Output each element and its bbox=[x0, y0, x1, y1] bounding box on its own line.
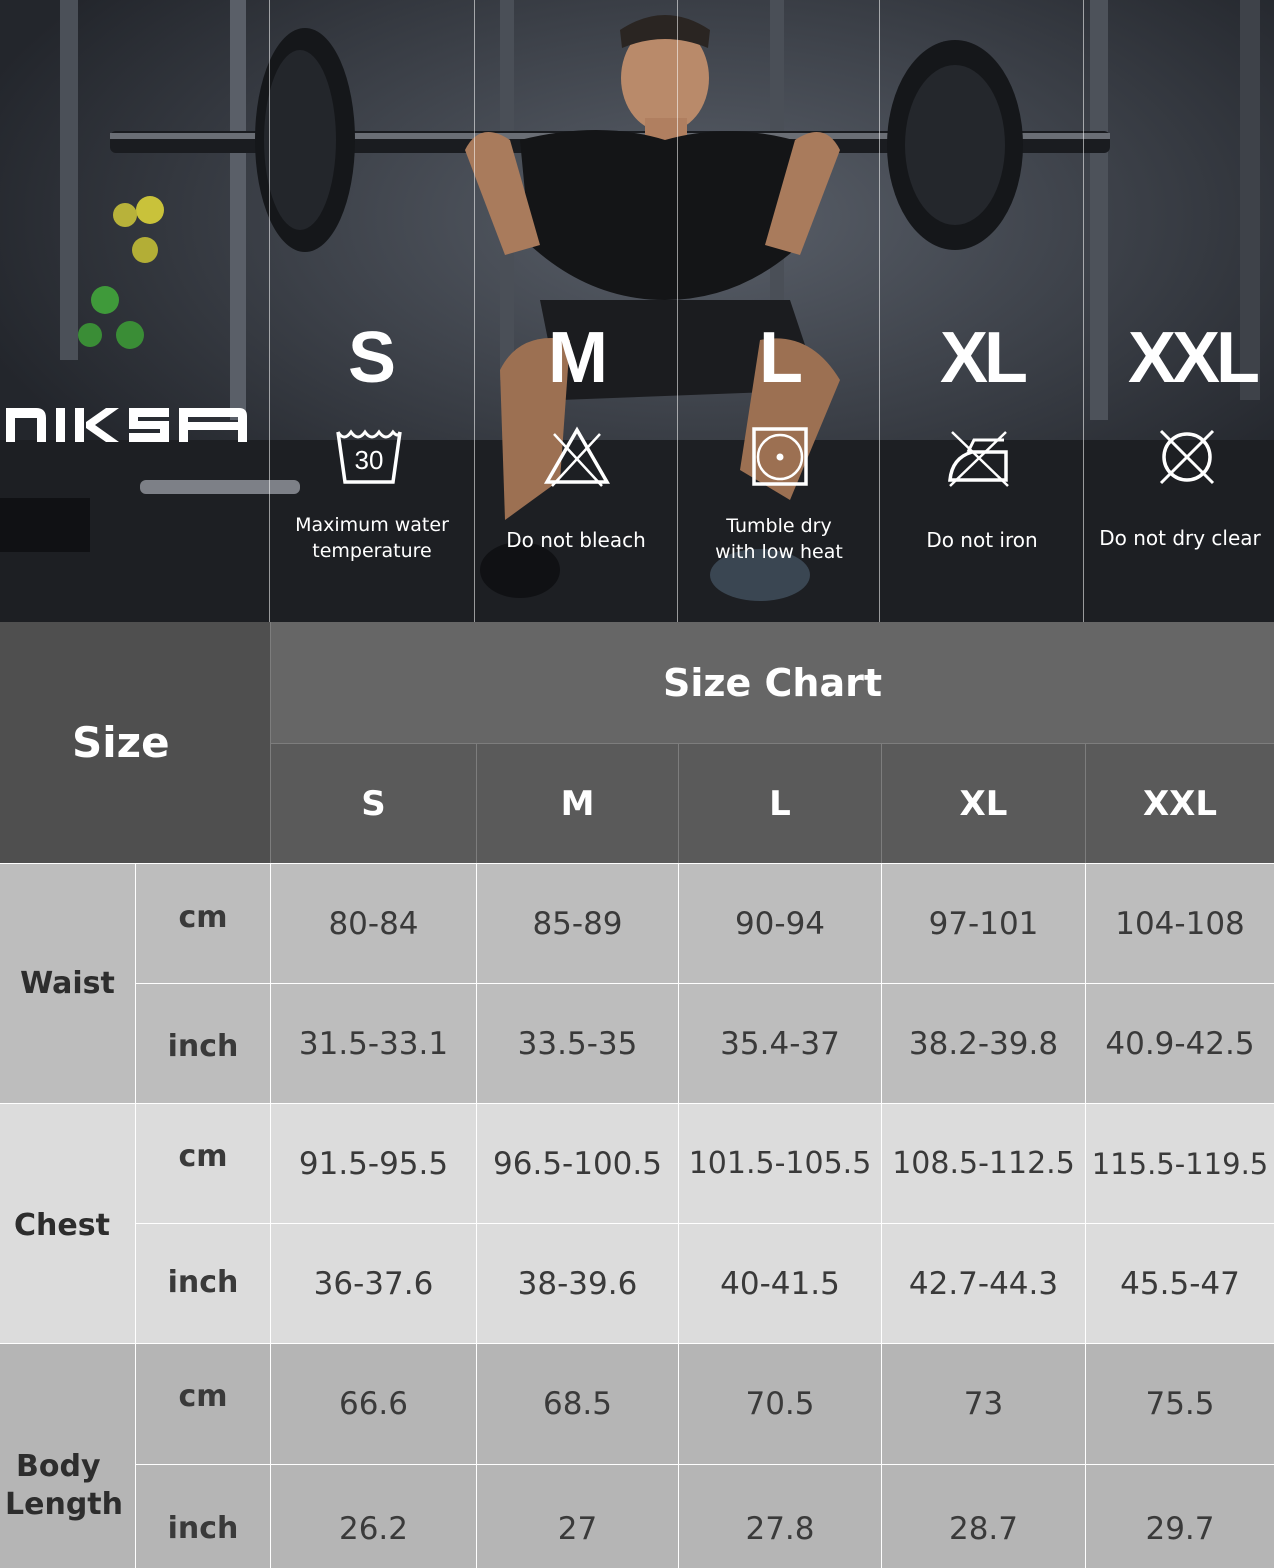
length-cm-l: 70.5 bbox=[678, 1343, 881, 1464]
length-cm-xxl: 75.5 bbox=[1085, 1343, 1274, 1464]
chest-inch-s: 36-37.6 bbox=[270, 1223, 476, 1343]
do-not-bleach-icon bbox=[543, 426, 611, 487]
column-header-l: L bbox=[678, 743, 881, 863]
length-inch-xl: 28.7 bbox=[881, 1464, 1085, 1568]
do-not-iron-icon bbox=[948, 431, 1009, 487]
waist-inch-l: 35.4-37 bbox=[678, 983, 881, 1103]
length-cm-s: 66.6 bbox=[270, 1343, 476, 1464]
chest-cm-xxl: 115.5-119.5 bbox=[1085, 1103, 1274, 1223]
length-cm-xl: 73 bbox=[881, 1343, 1085, 1464]
care-label-line: temperature bbox=[312, 540, 432, 562]
length-inch-m: 27 bbox=[476, 1464, 678, 1568]
waist-cm-xl: 97-101 bbox=[881, 863, 1085, 983]
care-label-water-temp: Maximum water temperature bbox=[270, 512, 474, 564]
care-label-line: Do not bleach bbox=[506, 528, 646, 552]
care-label-line: Tumble dry bbox=[726, 515, 832, 537]
care-label-iron: Do not iron bbox=[880, 527, 1084, 553]
waist-inch-m: 33.5-35 bbox=[476, 983, 678, 1103]
group-label-waist: Waist bbox=[0, 863, 135, 1103]
waist-cm-m: 85-89 bbox=[476, 863, 678, 983]
hero-banner: S M L XL XXL 30 Maximum water temperatur… bbox=[0, 0, 1274, 622]
unit-cm: cm bbox=[135, 1343, 270, 1464]
care-label-line: Do not dry clear bbox=[1099, 526, 1261, 550]
column-header-xxl: XXL bbox=[1085, 743, 1274, 863]
care-label-line: Maximum water bbox=[295, 514, 449, 536]
size-header-cell: Size bbox=[0, 622, 270, 863]
group-label-body-length: Body Length bbox=[0, 1343, 135, 1568]
chest-cm-s: 91.5-95.5 bbox=[270, 1103, 476, 1223]
hero-size-l: L bbox=[759, 318, 803, 398]
chest-cm-m: 96.5-100.5 bbox=[476, 1103, 678, 1223]
waist-cm-xxl: 104-108 bbox=[1085, 863, 1274, 983]
length-inch-l: 27.8 bbox=[678, 1464, 881, 1568]
waist-cm-s: 80-84 bbox=[270, 863, 476, 983]
tumble-dry-low-icon bbox=[752, 427, 808, 486]
waist-inch-s: 31.5-33.1 bbox=[270, 983, 476, 1103]
column-header-m: M bbox=[476, 743, 678, 863]
length-inch-xxl: 29.7 bbox=[1085, 1464, 1274, 1568]
care-label-line: Do not iron bbox=[926, 528, 1038, 552]
waist-inch-xl: 38.2-39.8 bbox=[881, 983, 1085, 1103]
care-label-tumble-dry: Tumble dry with low heat bbox=[677, 513, 881, 565]
unit-inch: inch bbox=[135, 1464, 270, 1568]
chest-inch-l: 40-41.5 bbox=[678, 1223, 881, 1343]
wash-temp-label: 30 bbox=[355, 445, 384, 475]
length-inch-s: 26.2 bbox=[270, 1464, 476, 1568]
hero-size-xxl: XXL bbox=[1127, 318, 1260, 398]
chest-inch-m: 38-39.6 bbox=[476, 1223, 678, 1343]
group-label-line: Length bbox=[5, 1487, 123, 1522]
care-label-bleach: Do not bleach bbox=[474, 527, 678, 553]
chest-inch-xxl: 45.5-47 bbox=[1085, 1223, 1274, 1343]
hero-size-s: S bbox=[347, 318, 396, 398]
waist-cm-l: 90-94 bbox=[678, 863, 881, 983]
brand-logo bbox=[6, 408, 247, 442]
unit-inch: inch bbox=[135, 1223, 270, 1343]
wash-30-icon: 30 bbox=[336, 429, 402, 484]
unit-cm: cm bbox=[135, 1103, 270, 1223]
length-cm-m: 68.5 bbox=[476, 1343, 678, 1464]
group-label-chest: Chest bbox=[0, 1103, 135, 1343]
size-chart-page: S M L XL XXL 30 Maximum water temperatur… bbox=[0, 0, 1274, 1568]
care-label-line: with low heat bbox=[715, 541, 843, 563]
column-header-s: S bbox=[270, 743, 476, 863]
hero-size-xl: XL bbox=[939, 318, 1028, 398]
care-label-dry-clean: Do not dry clear bbox=[1086, 525, 1274, 551]
column-header-xl: XL bbox=[881, 743, 1085, 863]
unit-inch: inch bbox=[135, 983, 270, 1103]
hero-size-m: M bbox=[548, 318, 608, 398]
table-title: Size Chart bbox=[270, 622, 1274, 743]
group-label-line: Body bbox=[16, 1449, 101, 1484]
unit-cm: cm bbox=[135, 863, 270, 983]
do-not-dry-clean-icon bbox=[1159, 429, 1215, 485]
chest-cm-l: 101.5-105.5 bbox=[678, 1103, 881, 1223]
waist-inch-xxl: 40.9-42.5 bbox=[1085, 983, 1274, 1103]
chest-inch-xl: 42.7-44.3 bbox=[881, 1223, 1085, 1343]
chest-cm-xl: 108.5-112.5 bbox=[881, 1103, 1085, 1223]
